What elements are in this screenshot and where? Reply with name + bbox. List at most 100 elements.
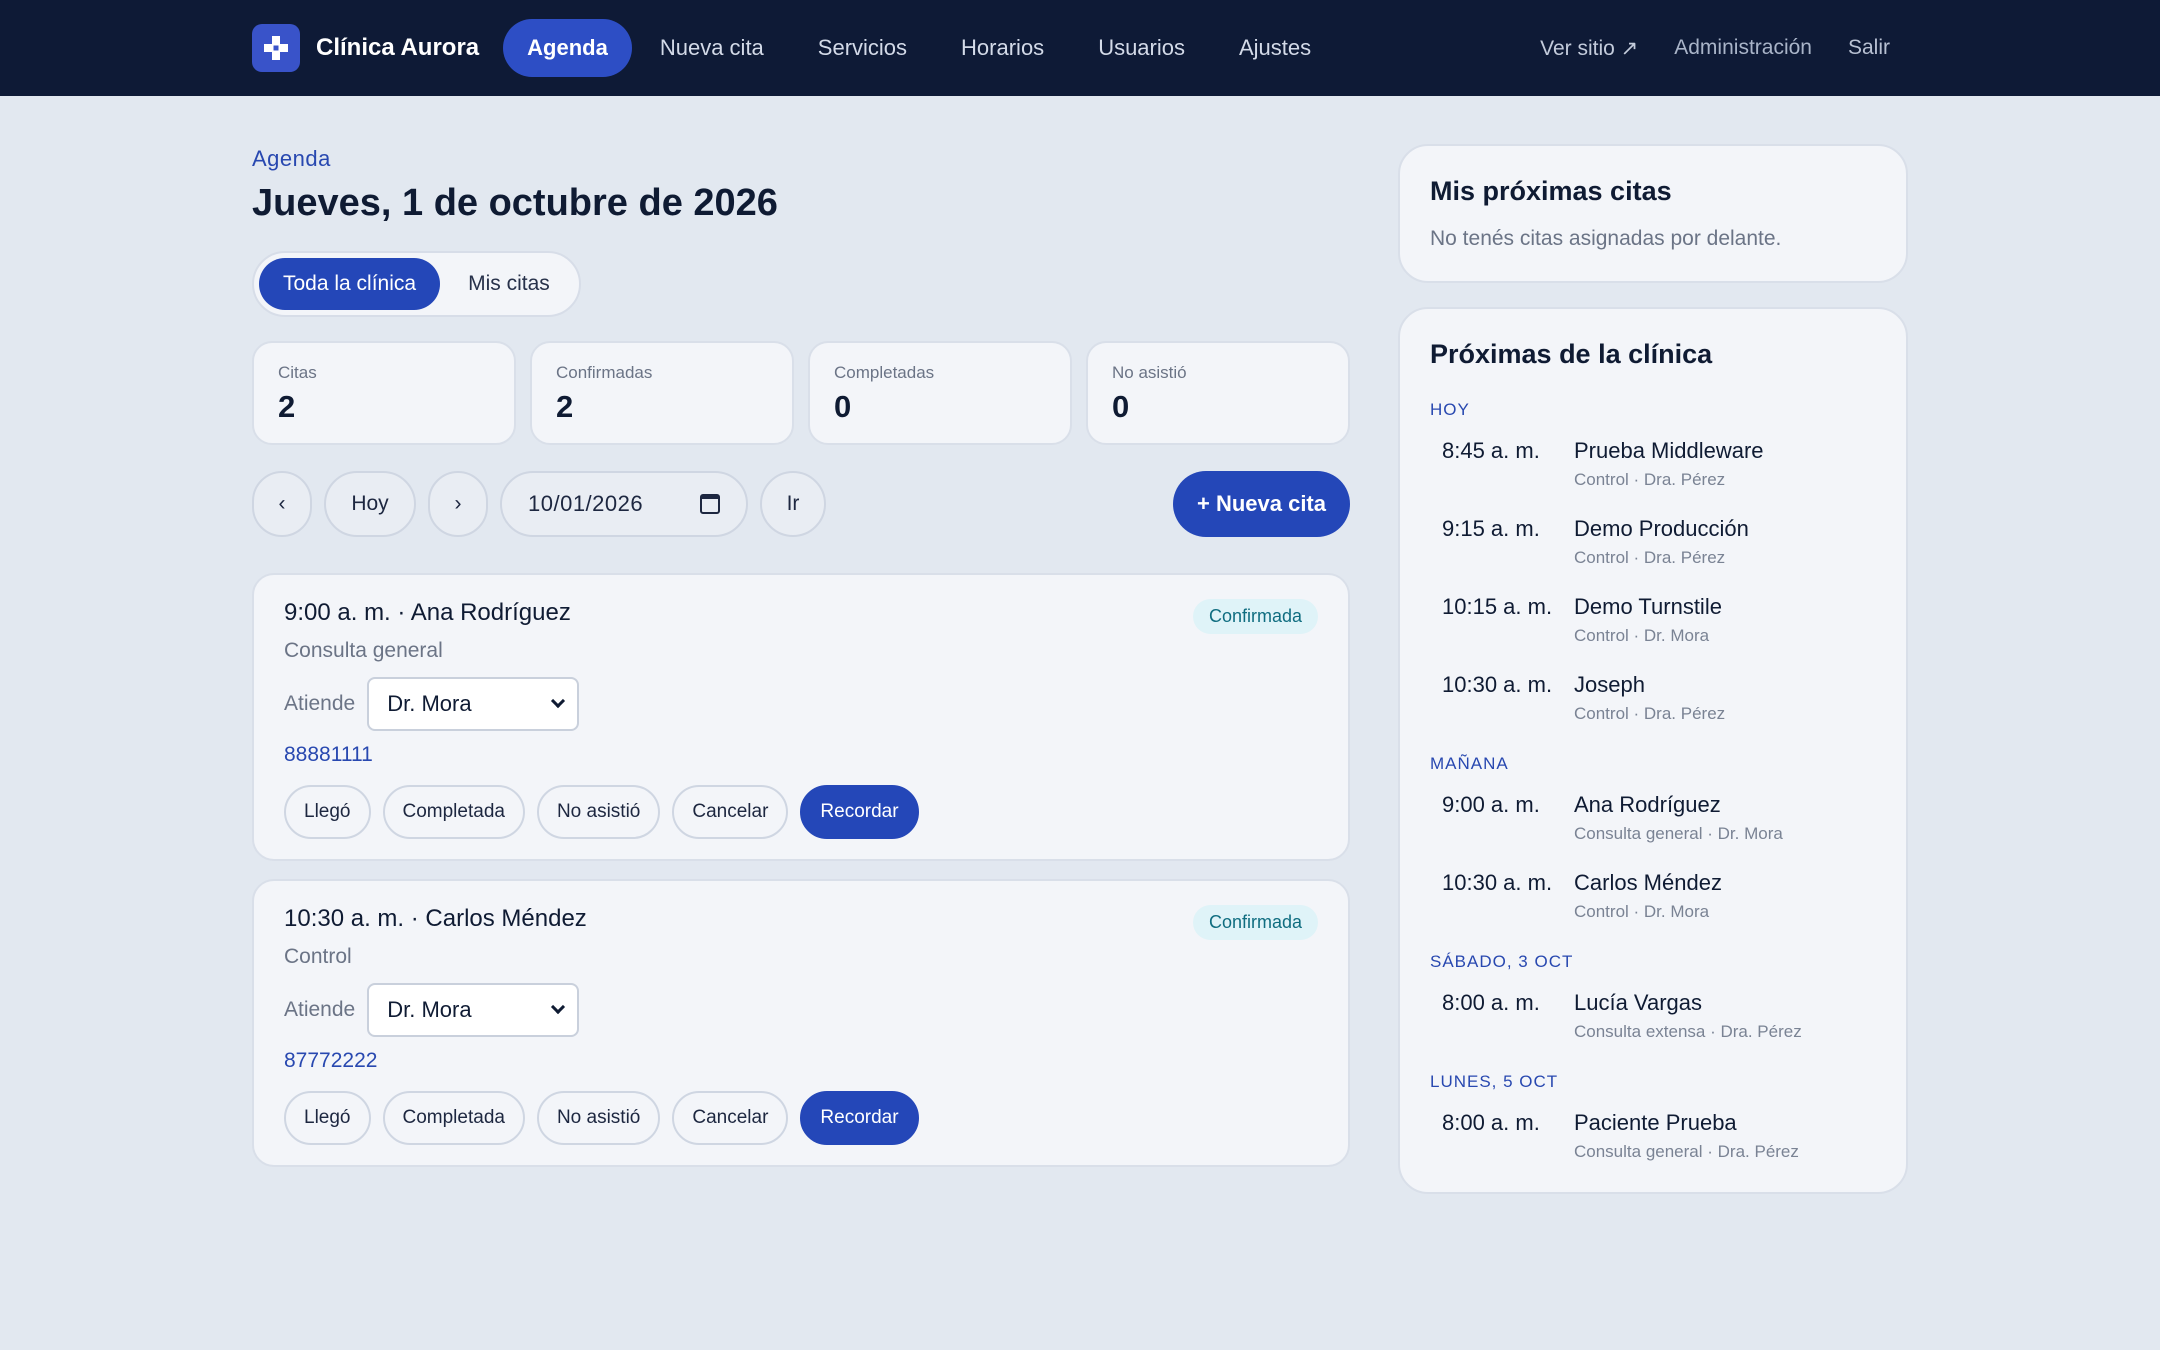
remind-button[interactable]: Recordar (800, 1091, 919, 1145)
status-badge: Confirmada (1192, 599, 1318, 634)
scope-toggle: Toda la clínica Mis citas (252, 251, 581, 317)
new-appointment-button[interactable]: + Nueva cita (1172, 471, 1350, 537)
brand-name: Clínica Aurora (316, 34, 480, 61)
upcoming-meta: Consulta general · Dra. Pérez (1574, 1142, 1799, 1161)
day-label: HOY (1430, 400, 1470, 419)
upcoming-meta: Control · Dra. Pérez (1574, 548, 1726, 567)
go-button[interactable]: Ir (760, 471, 826, 537)
upcoming-item[interactable]: 10:15 a. m. Demo Turnstile Control · Dr.… (1430, 594, 1876, 646)
stat-card: No asistió 0 (1086, 341, 1350, 445)
remind-button[interactable]: Recordar (800, 785, 919, 839)
panel-title: Próximas de la clínica (1430, 339, 1713, 369)
next-day-button[interactable]: › (428, 471, 488, 537)
phone-link[interactable]: 87772222 (284, 1049, 377, 1073)
upcoming-meta: Control · Dra. Pérez (1574, 470, 1726, 489)
appointment-actions: Llegó Completada No asistió Cancelar Rec… (284, 1091, 1318, 1145)
completed-button[interactable]: Completada (382, 785, 525, 839)
attending-row: Atiende Dr. Mora (284, 677, 1318, 731)
stat-label: Citas (278, 363, 317, 382)
no-show-button[interactable]: No asistió (536, 1091, 661, 1145)
upcoming-patient: Paciente Prueba (1574, 1110, 1737, 1135)
upcoming-meta: Control · Dra. Pérez (1574, 704, 1726, 723)
attending-row: Atiende Dr. Mora (284, 983, 1318, 1037)
breadcrumb: Agenda (252, 146, 331, 171)
upcoming-item[interactable]: 10:30 a. m. Joseph Control · Dra. Pérez (1430, 672, 1876, 724)
clinic-upcoming-panel: Próximas de la clínica HOY 8:45 a. m. Pr… (1398, 307, 1908, 1194)
day-label: LUNES, 5 OCT (1430, 1072, 1559, 1091)
nav-right: Ver sitio ↗ Administración Salir (1540, 0, 1890, 96)
doctor-select-value: Dr. Mora (387, 997, 472, 1022)
day-label: MAÑANA (1430, 754, 1509, 773)
stat-card: Completadas 0 (808, 341, 1072, 445)
upcoming-item[interactable]: 8:45 a. m. Prueba Middleware Control · D… (1430, 438, 1876, 490)
my-upcoming-panel: Mis próximas citas No tenés citas asigna… (1398, 144, 1908, 283)
status-badge: Confirmada (1192, 905, 1318, 940)
stat-value: 0 (1112, 389, 1130, 424)
date-input-value: 10/01/2026 (528, 491, 644, 516)
upcoming-item[interactable]: 8:00 a. m. Lucía Vargas Consulta extensa… (1430, 990, 1876, 1042)
upcoming-time: 8:00 a. m. (1442, 990, 1540, 1015)
upcoming-item[interactable]: 9:00 a. m. Ana Rodríguez Consulta genera… (1430, 792, 1876, 844)
view-site-link[interactable]: Ver sitio ↗ (1540, 36, 1638, 61)
appointment-title: 9:00 a. m. · Ana Rodríguez (284, 599, 571, 626)
upcoming-time: 8:00 a. m. (1442, 1110, 1540, 1135)
phone-link[interactable]: 88881111 (284, 743, 373, 767)
upcoming-time: 8:45 a. m. (1442, 438, 1540, 463)
admin-link[interactable]: Administración (1674, 36, 1812, 60)
page-title: Jueves, 1 de octubre de 2026 (252, 182, 778, 224)
nav-item-horarios[interactable]: Horarios (935, 19, 1070, 77)
chevron-down-icon (551, 693, 566, 709)
agenda-main: Agenda Jueves, 1 de octubre de 2026 Toda… (252, 96, 1350, 1167)
nav-item-usuarios[interactable]: Usuarios (1072, 19, 1211, 77)
appointment-card: 10:30 a. m. · Carlos Méndez Confirmada C… (252, 879, 1350, 1167)
upcoming-patient: Carlos Méndez (1574, 870, 1722, 895)
top-nav: Clínica Aurora Agenda Nueva cita Servici… (0, 0, 2160, 96)
today-button[interactable]: Hoy (324, 471, 416, 537)
upcoming-patient: Prueba Middleware (1574, 438, 1764, 463)
empty-message: No tenés citas asignadas por delante. (1430, 227, 1782, 250)
brand[interactable]: Clínica Aurora (252, 24, 479, 72)
logout-link[interactable]: Salir (1848, 36, 1890, 60)
upcoming-item[interactable]: 10:30 a. m. Carlos Méndez Control · Dr. … (1430, 870, 1876, 922)
no-show-button[interactable]: No asistió (536, 785, 661, 839)
arrived-button[interactable]: Llegó (284, 1091, 371, 1145)
upcoming-patient: Demo Producción (1574, 516, 1749, 541)
stats-row: Citas 2 Confirmadas 2 Completadas 0 No a… (252, 341, 1350, 445)
prev-day-button[interactable]: ‹ (252, 471, 312, 537)
upcoming-time: 9:15 a. m. (1442, 516, 1540, 541)
cancel-button[interactable]: Cancelar (672, 785, 789, 839)
attending-label: Atiende (284, 998, 356, 1021)
chevron-down-icon (551, 999, 566, 1015)
upcoming-time: 10:15 a. m. (1442, 594, 1553, 619)
scope-all-clinic[interactable]: Toda la clínica (259, 258, 441, 310)
upcoming-time: 9:00 a. m. (1442, 792, 1540, 817)
completed-button[interactable]: Completada (382, 1091, 525, 1145)
date-input[interactable]: 10/01/2026 (500, 471, 748, 537)
nav-item-servicios[interactable]: Servicios (792, 19, 933, 77)
upcoming-patient: Joseph (1574, 672, 1645, 697)
medical-cross-icon (252, 24, 300, 72)
scope-my-appointments[interactable]: Mis citas (444, 258, 574, 310)
upcoming-patient: Lucía Vargas (1574, 990, 1703, 1015)
stat-card: Citas 2 (252, 341, 516, 445)
day-label: SÁBADO, 3 OCT (1430, 952, 1574, 971)
calendar-icon[interactable] (700, 494, 720, 514)
panel-title: Mis próximas citas (1430, 176, 1672, 206)
nav-item-agenda[interactable]: Agenda (503, 19, 632, 77)
stat-value: 2 (556, 389, 574, 424)
upcoming-item[interactable]: 9:15 a. m. Demo Producción Control · Dra… (1430, 516, 1876, 568)
nav-item-ajustes[interactable]: Ajustes (1213, 19, 1337, 77)
sidebar: Mis próximas citas No tenés citas asigna… (1398, 144, 1908, 1194)
appointment-title: 10:30 a. m. · Carlos Méndez (284, 905, 587, 932)
cancel-button[interactable]: Cancelar (672, 1091, 789, 1145)
upcoming-meta: Consulta extensa · Dra. Pérez (1574, 1022, 1802, 1041)
doctor-select[interactable]: Dr. Mora (367, 677, 580, 731)
upcoming-meta: Control · Dr. Mora (1574, 902, 1710, 921)
nav-item-nueva-cita[interactable]: Nueva cita (634, 19, 790, 77)
stat-value: 2 (278, 389, 296, 424)
attending-label: Atiende (284, 692, 356, 715)
arrived-button[interactable]: Llegó (284, 785, 371, 839)
doctor-select[interactable]: Dr. Mora (367, 983, 580, 1037)
stat-value: 0 (834, 389, 852, 424)
upcoming-item[interactable]: 8:00 a. m. Paciente Prueba Consulta gene… (1430, 1110, 1876, 1162)
